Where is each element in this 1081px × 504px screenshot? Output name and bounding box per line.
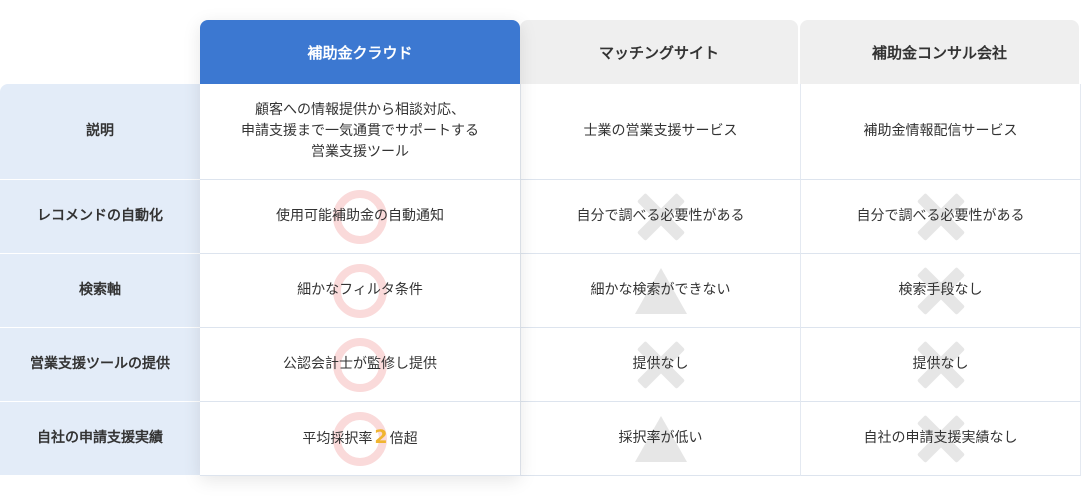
- cell-ours-recommend: 使用可能補助金の自動通知: [200, 180, 520, 254]
- column-hojokin-cloud: 補助金クラウド 顧客への情報提供から相談対応、 申請支援まで一気通貫でサポートす…: [200, 20, 520, 476]
- row-label-search-axis: 検索軸: [0, 254, 200, 328]
- column-header-consulting-company: 補助金コンサル会社: [800, 20, 1079, 84]
- record-suffix: 倍超: [389, 431, 418, 447]
- cell-c3-record: 自社の申請支援実績なし: [800, 402, 1081, 476]
- row-label-recommend-automation: レコメンドの自動化: [0, 180, 200, 254]
- record-prefix: 平均採択率: [302, 431, 373, 447]
- description-line-3: 営業支援ツール: [311, 144, 409, 160]
- row-label-column: 説明 レコメンドの自動化 検索軸 営業支援ツールの提供 自社の申請支援実績: [0, 84, 200, 476]
- description-line-1: 顧客への情報提供から相談対応、: [255, 102, 465, 118]
- cell-ours-sales-tool: 公認会計士が監修し提供: [200, 328, 520, 402]
- cell-c3-recommend: 自分で調べる必要性がある: [800, 180, 1081, 254]
- cell-c2-recommend: 自分で調べる必要性がある: [520, 180, 800, 254]
- cell-ours-record: 平均採択率 2 倍超: [200, 402, 520, 476]
- column-header-hojokin-cloud: 補助金クラウド: [200, 20, 520, 84]
- cell-ours-description: 顧客への情報提供から相談対応、 申請支援まで一気通貫でサポートする 営業支援ツー…: [200, 84, 520, 180]
- column-matching-site: マッチングサイト 士業の営業支援サービス 自分で調べる必要性がある 細かな検索が…: [520, 20, 800, 476]
- column-header-matching-site: マッチングサイト: [520, 20, 798, 84]
- column-consulting-company: 補助金コンサル会社 補助金情報配信サービス 自分で調べる必要性がある 検索手段な…: [800, 20, 1081, 476]
- cell-c2-record: 採択率が低い: [520, 402, 800, 476]
- cell-c3-sales-tool: 提供なし: [800, 328, 1081, 402]
- record-multiplier: 2: [374, 426, 388, 448]
- cell-c2-sales-tool: 提供なし: [520, 328, 800, 402]
- cell-ours-search: 細かなフィルタ条件: [200, 254, 520, 328]
- cell-c2-description: 士業の営業支援サービス: [520, 84, 800, 180]
- row-label-application-record: 自社の申請支援実績: [0, 402, 200, 476]
- comparison-table: 説明 レコメンドの自動化 検索軸 営業支援ツールの提供 自社の申請支援実績 補助…: [0, 20, 1081, 476]
- cell-c3-search: 検索手段なし: [800, 254, 1081, 328]
- cell-c3-description: 補助金情報配信サービス: [800, 84, 1081, 180]
- description-line-2: 申請支援まで一気通貫でサポートする: [241, 123, 479, 139]
- cell-c2-search: 細かな検索ができない: [520, 254, 800, 328]
- row-label-description: 説明: [0, 84, 200, 180]
- row-label-sales-tool: 営業支援ツールの提供: [0, 328, 200, 402]
